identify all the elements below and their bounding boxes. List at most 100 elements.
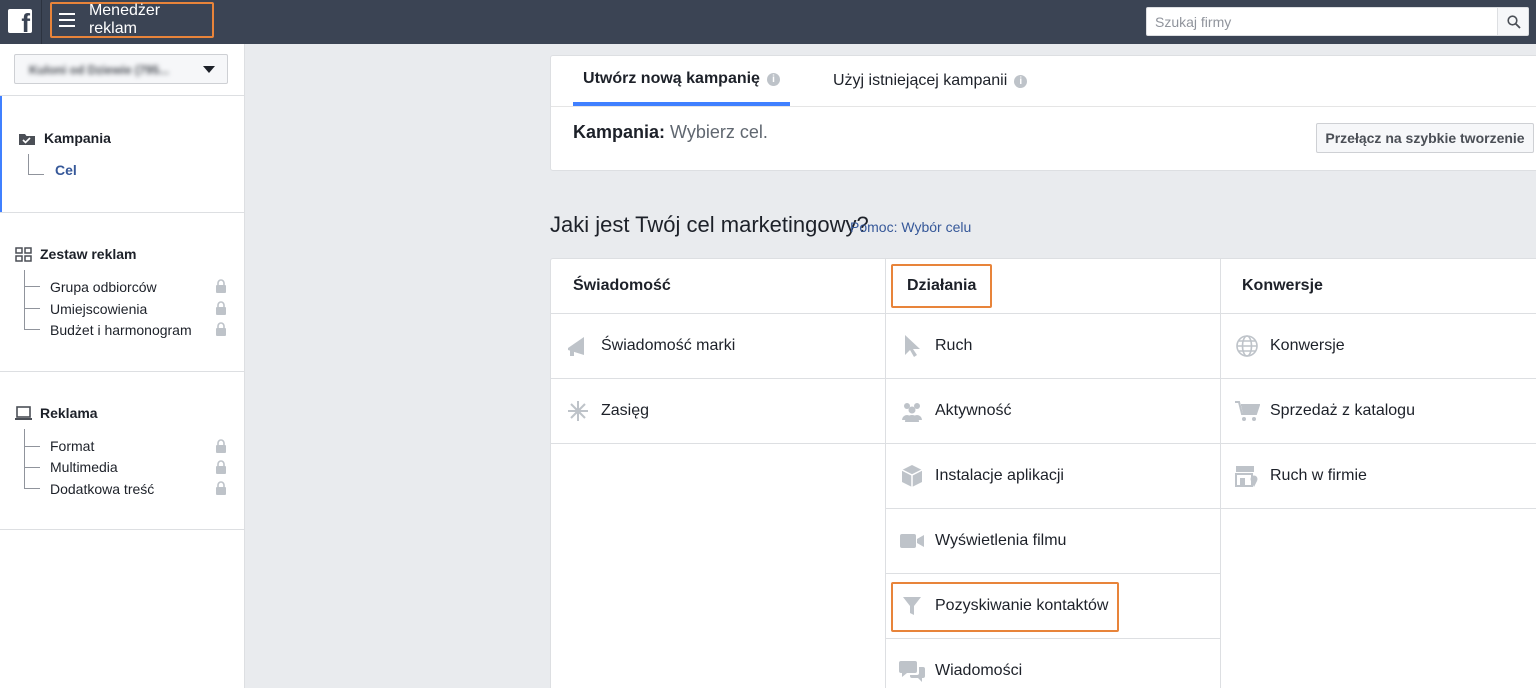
chat-bubbles-icon (899, 658, 925, 684)
campaign-label: Kampania: (573, 122, 666, 142)
objective-reach[interactable]: Zasięg (565, 379, 649, 443)
divider (0, 371, 245, 372)
tree-line (24, 270, 25, 330)
objective-label: Ruch (935, 337, 973, 354)
box-icon (899, 463, 925, 489)
objective-lead-generation[interactable]: Pozyskiwanie kontaktów (899, 574, 1108, 638)
lock-icon (216, 439, 226, 453)
campaign-value: Wybierz cel. (670, 122, 768, 142)
account-name: Kuloni od Dziewie (795... (29, 63, 170, 77)
objective-label: Instalacje aplikacji (935, 467, 1064, 484)
sidebar-section-campaign[interactable]: Kampania (18, 130, 111, 146)
tab-create-new-campaign[interactable]: Utwórz nową kampanię i (573, 56, 790, 106)
objective-store-traffic[interactable]: Ruch w firmie (1234, 444, 1367, 508)
search-icon (1507, 15, 1521, 29)
sidebar-section-adset[interactable]: Zestaw reklam (15, 246, 137, 262)
grid-icon (15, 246, 32, 262)
search-button[interactable] (1497, 7, 1529, 36)
funnel-icon (899, 593, 925, 619)
objective-label: Sprzedaż z katalogu (1270, 402, 1415, 419)
adset-section-title: Zestaw reklam (40, 246, 137, 262)
help-choose-objective-link[interactable]: Pomoc: Wybór celu (850, 219, 971, 235)
reach-icon (565, 398, 591, 424)
cursor-icon (899, 333, 925, 359)
objective-label: Konwersje (1270, 337, 1345, 354)
objective-messages[interactable]: Wiadomości (899, 639, 1022, 688)
objective-brand-awareness[interactable]: Świadomość marki (565, 314, 735, 378)
ads-manager-label: Menedżer reklam (88, 2, 161, 37)
objective-label: Zasięg (601, 402, 650, 419)
objective-catalog-sales[interactable]: Sprzedaż z katalogu (1234, 379, 1415, 443)
tree-line (28, 174, 44, 175)
ad-section-title: Reklama (40, 405, 98, 421)
tree-line (28, 154, 29, 174)
monitor-icon (15, 405, 32, 420)
hamburger-icon (59, 13, 75, 27)
globe-icon (1234, 333, 1260, 359)
tab-use-existing-campaign[interactable]: Użyj istniejącej kampanii i (833, 56, 1028, 106)
objective-label: Wyświetlenia filmu (935, 532, 1067, 549)
sidebar-item-media[interactable]: Multimedia (50, 459, 118, 475)
tab-label: Utwórz nową kampanię (583, 70, 760, 87)
objective-label: Świadomość marki (601, 337, 736, 354)
column-header-conversion: Konwersje (1242, 277, 1323, 294)
objective-label: Ruch w firmie (1270, 467, 1367, 484)
chevron-down-icon (203, 66, 215, 73)
tree-line (24, 488, 40, 489)
column-divider (885, 259, 886, 688)
divider (0, 529, 245, 530)
objective-traffic[interactable]: Ruch (899, 314, 972, 378)
ads-manager-menu-button[interactable]: Menedżer reklam (50, 2, 214, 38)
switch-to-quick-creation-button[interactable]: Przełącz na szybkie tworzenie (1316, 123, 1534, 153)
business-search-input[interactable] (1146, 7, 1498, 36)
divider (0, 95, 245, 96)
lock-icon (216, 279, 226, 293)
active-section-indicator (0, 96, 2, 212)
store-icon (1234, 463, 1260, 489)
divider (0, 212, 245, 213)
divider (551, 106, 1536, 107)
column-header-awareness: Świadomość (573, 277, 671, 294)
campaign-card: Utwórz nową kampanię i Użyj istniejącej … (550, 55, 1536, 171)
campaign-objective-line: Kampania: Wybierz cel. (573, 122, 768, 143)
sidebar-section-ad[interactable]: Reklama (15, 405, 98, 421)
lock-icon (216, 460, 226, 474)
column-header-consideration: Działania (907, 277, 977, 294)
tree-line (24, 467, 40, 468)
objective-label: Pozyskiwanie kontaktów (935, 597, 1109, 614)
folder-check-icon (19, 133, 35, 145)
facebook-logo-icon[interactable]: f (8, 9, 32, 33)
objectives-grid: Świadomość Działania Konwersje Świadomoś… (550, 258, 1536, 688)
tree-line (24, 446, 40, 447)
sidebar-item-audience[interactable]: Grupa odbiorców (50, 279, 157, 295)
sidebar-item-budget[interactable]: Budżet i harmonogram (50, 322, 192, 338)
info-icon[interactable]: i (766, 72, 780, 86)
lock-icon (216, 322, 226, 336)
sidebar-item-text[interactable]: Dodatkowa treść (50, 481, 154, 497)
tree-line (24, 429, 25, 489)
marketing-objective-question: Jaki jest Twój cel marketingowy? (550, 212, 869, 237)
info-icon[interactable]: i (1014, 74, 1028, 88)
tree-line (24, 329, 40, 330)
sidebar-item-format[interactable]: Format (50, 438, 94, 454)
objective-engagement[interactable]: Aktywność (899, 379, 1011, 443)
cart-icon (1234, 398, 1260, 424)
sidebar-item-objective[interactable]: Cel (55, 162, 77, 178)
sidebar: Kuloni od Dziewie (795... Kampania Cel Z… (0, 44, 245, 688)
objective-conversions[interactable]: Konwersje (1234, 314, 1345, 378)
topbar-divider (41, 0, 42, 44)
column-divider (1220, 259, 1221, 688)
objective-app-installs[interactable]: Instalacje aplikacji (899, 444, 1064, 508)
people-icon (899, 398, 925, 424)
tree-line (24, 308, 40, 309)
sidebar-item-placements[interactable]: Umiejscowienia (50, 301, 147, 317)
megaphone-icon (565, 333, 591, 359)
video-camera-icon (899, 528, 925, 554)
objective-label: Wiadomości (935, 662, 1023, 679)
tree-line (24, 286, 40, 287)
top-bar: f Menedżer reklam (0, 0, 1536, 44)
lock-icon (216, 481, 226, 495)
objective-video-views[interactable]: Wyświetlenia filmu (899, 509, 1066, 573)
tab-label: Użyj istniejącej kampanii (833, 72, 1008, 89)
account-selector[interactable]: Kuloni od Dziewie (795... (14, 54, 228, 84)
